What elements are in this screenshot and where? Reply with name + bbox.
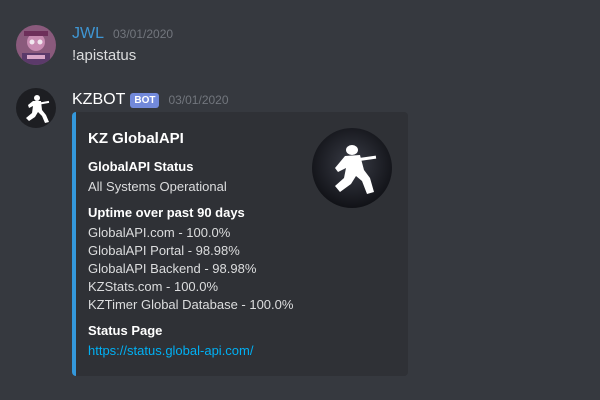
message-content: !apistatus <box>72 47 137 64</box>
soldier-avatar-icon[interactable] <box>16 88 56 128</box>
field-line: GlobalAPI.com - 100.0% <box>88 225 231 240</box>
field-line: GlobalAPI Portal - 98.98% <box>88 243 240 258</box>
status-page-link[interactable]: https://status.global-api.com/ <box>88 342 253 360</box>
embed: KZ GlobalAPI GlobalAPI Status All System… <box>72 112 408 376</box>
chat-view: JWL 03/01/2020 !apistatus KZBOT BOT 03/0… <box>0 0 600 400</box>
timestamp: 03/01/2020 <box>113 27 174 41</box>
field-name-status: GlobalAPI Status <box>88 159 194 174</box>
field-line: GlobalAPI Backend - 98.98% <box>88 261 257 276</box>
user-avatar-icon[interactable] <box>16 25 56 65</box>
field-value-status: All Systems Operational <box>88 178 227 196</box>
field-line: KZTimer Global Database - 100.0% <box>88 297 294 312</box>
field-name-status-page: Status Page <box>88 323 163 338</box>
field-line: KZStats.com - 100.0% <box>88 279 219 294</box>
field-line: All Systems Operational <box>88 179 227 194</box>
embed-title: KZ GlobalAPI <box>88 130 184 147</box>
field-value-status-page: https://status.global-api.com/ <box>88 342 253 360</box>
bot-tag: BOT <box>130 92 160 108</box>
soldier-silhouette-icon[interactable] <box>312 128 392 208</box>
field-value-uptime: GlobalAPI.com - 100.0% GlobalAPI Portal … <box>88 224 293 314</box>
username[interactable]: JWL <box>72 24 104 44</box>
timestamp: 03/01/2020 <box>168 93 229 107</box>
username[interactable]: KZBOT <box>72 90 125 110</box>
field-name-uptime: Uptime over past 90 days <box>88 205 245 220</box>
